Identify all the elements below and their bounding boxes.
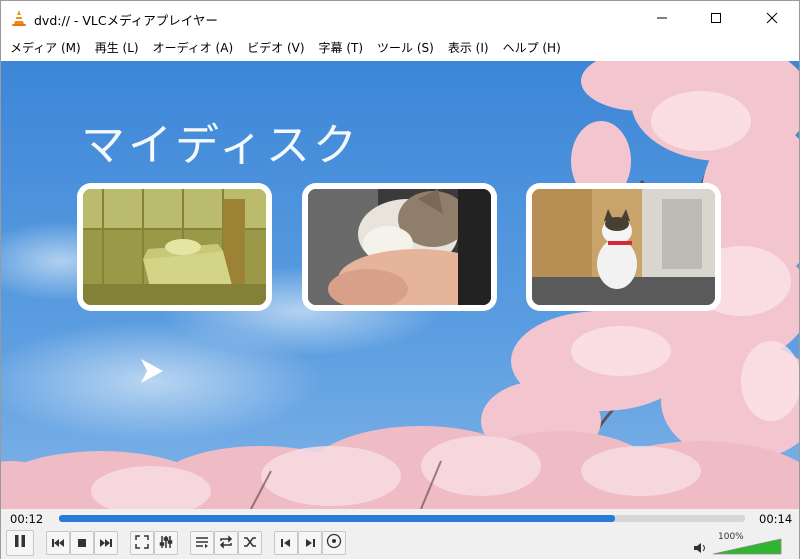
shuffle-button[interactable] — [238, 531, 262, 555]
frame-back-icon — [280, 534, 292, 553]
disc-menu-button[interactable] — [322, 531, 346, 555]
maximize-button[interactable] — [693, 1, 739, 35]
vlc-cone-icon — [11, 9, 27, 27]
extended-settings-button[interactable] — [154, 531, 178, 555]
chapter-2-thumbnail — [308, 189, 491, 305]
vlc-window: dvd:// - VLCメディアプレイヤー メディア (M) 再生 (L) オー… — [0, 0, 800, 559]
stop-icon — [76, 534, 88, 553]
chapter-2-button[interactable] — [302, 183, 497, 311]
disc-title: マイディスク — [81, 120, 360, 171]
fullscreen-button[interactable] — [130, 531, 154, 555]
menu-view[interactable]: 表示 (I) — [441, 35, 496, 61]
chapter-3-button[interactable] — [526, 183, 721, 311]
menu-playback[interactable]: 再生 (L) — [88, 35, 146, 61]
loop-button[interactable] — [214, 531, 238, 555]
loop-icon — [219, 534, 233, 553]
seek-progress — [59, 515, 615, 522]
total-time[interactable]: 00:14 — [759, 512, 792, 526]
control-bar: 100% — [1, 529, 799, 559]
chapter-1-thumbnail — [83, 189, 266, 305]
minimize-icon — [656, 9, 668, 28]
close-button[interactable] — [749, 1, 795, 35]
chapter-3-thumbnail — [532, 189, 715, 305]
title-bar: dvd:// - VLCメディアプレイヤー — [1, 1, 799, 35]
window-title: dvd:// - VLCメディアプレイヤー — [34, 13, 218, 28]
previous-button[interactable] — [46, 531, 70, 555]
fullscreen-icon — [135, 534, 149, 553]
menu-tools[interactable]: ツール (S) — [370, 35, 441, 61]
seek-slider[interactable] — [59, 515, 745, 522]
chapter-1-button[interactable] — [77, 183, 272, 311]
playlist-icon — [195, 534, 209, 553]
menu-selector-arrow-icon — [139, 357, 165, 389]
speaker-icon[interactable] — [693, 539, 707, 558]
frame-forward-icon — [304, 534, 316, 553]
menu-bar: メディア (M) 再生 (L) オーディオ (A) ビデオ (V) 字幕 (T)… — [1, 35, 799, 61]
disc-menu-icon — [326, 533, 342, 553]
playlist-button[interactable] — [190, 531, 214, 555]
next-button[interactable] — [94, 531, 118, 555]
volume-slider[interactable] — [712, 535, 783, 555]
previous-icon — [51, 534, 65, 553]
elapsed-time: 00:12 — [10, 512, 44, 526]
shuffle-icon — [243, 534, 257, 553]
menu-video[interactable]: ビデオ (V) — [240, 35, 311, 61]
video-display[interactable]: マイディスク — [1, 61, 799, 509]
seek-row: 00:12 00:14 — [1, 509, 799, 529]
pause-button[interactable] — [6, 530, 34, 556]
frame-forward-button[interactable] — [298, 531, 322, 555]
menu-subtitle[interactable]: 字幕 (T) — [312, 35, 371, 61]
menu-help[interactable]: ヘルプ (H) — [496, 35, 568, 61]
menu-audio[interactable]: オーディオ (A) — [146, 35, 241, 61]
frame-back-button[interactable] — [274, 531, 298, 555]
minimize-button[interactable] — [639, 1, 685, 35]
next-icon — [99, 534, 113, 553]
pause-icon — [12, 533, 28, 553]
stop-button[interactable] — [70, 531, 94, 555]
maximize-icon — [710, 9, 722, 28]
extended-settings-icon — [159, 534, 173, 553]
close-icon — [766, 9, 778, 28]
menu-media[interactable]: メディア (M) — [3, 35, 88, 61]
